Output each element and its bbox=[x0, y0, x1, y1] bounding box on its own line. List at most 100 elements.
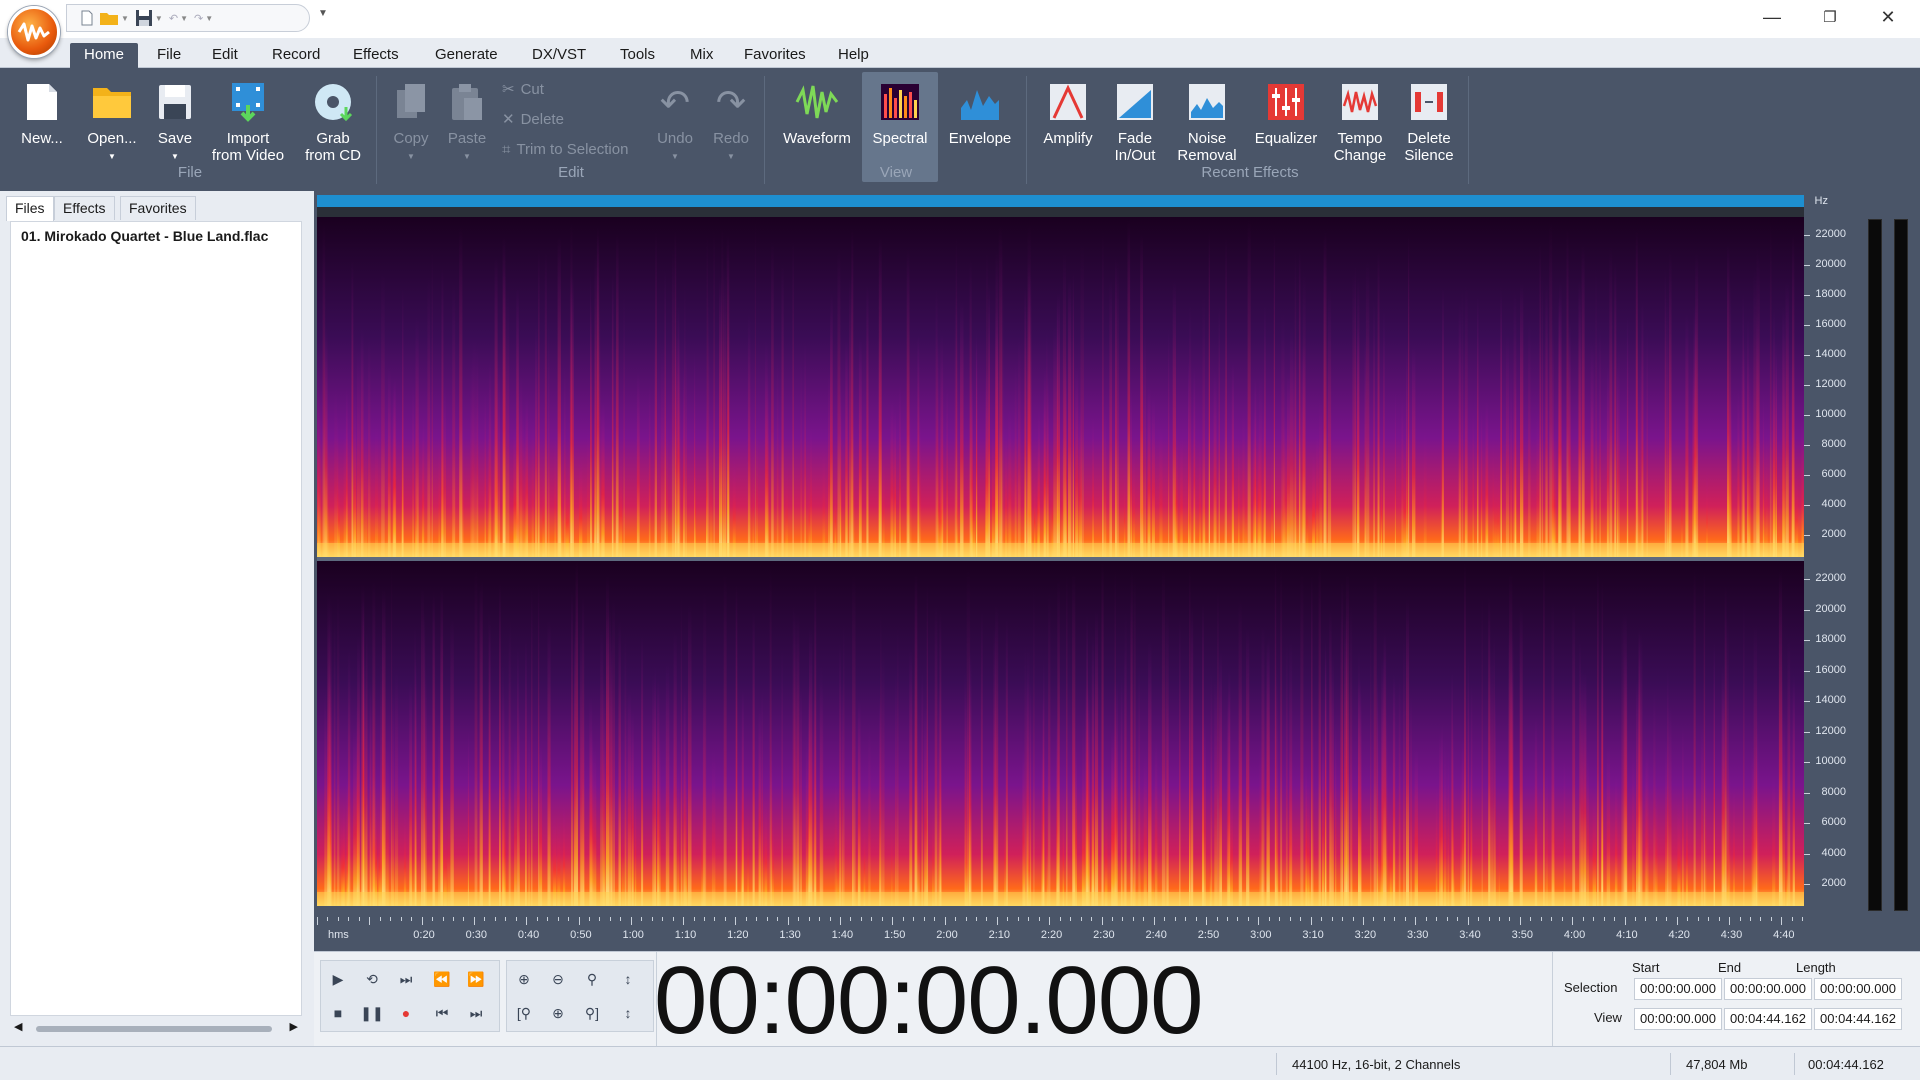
grab-from-cd-button[interactable]: Grab from CD bbox=[296, 72, 370, 182]
timeline-tick bbox=[1394, 917, 1396, 921]
amplify-button[interactable]: Amplify bbox=[1036, 72, 1100, 182]
waveform-view-button[interactable]: Waveform bbox=[776, 72, 858, 182]
chevron-down-icon[interactable]: ▼ bbox=[205, 14, 213, 23]
selection-end-field[interactable]: 00:00:00.000 bbox=[1724, 978, 1812, 1000]
channel-1-spectrogram[interactable] bbox=[317, 217, 1804, 557]
selection-start-field[interactable]: 00:00:00.000 bbox=[1634, 978, 1722, 1000]
view-length-field[interactable]: 00:04:44.162 bbox=[1814, 1008, 1902, 1030]
cut-button[interactable]: ✂ Cut bbox=[502, 78, 544, 100]
close-button[interactable]: ✕ bbox=[1860, 0, 1916, 34]
trim-to-selection-button[interactable]: ⌗ Trim to Selection bbox=[502, 138, 628, 160]
customize-toolbar-icon[interactable]: ▼ bbox=[318, 8, 328, 19]
stop-icon[interactable]: ■ bbox=[323, 999, 353, 1027]
spectral-streak bbox=[781, 649, 783, 906]
spectral-streak bbox=[1609, 246, 1613, 557]
chevron-down-icon[interactable]: ▼ bbox=[180, 14, 188, 23]
spectral-streak bbox=[1340, 614, 1344, 906]
undo-button[interactable]: ↶ Undo ▼ bbox=[650, 72, 700, 182]
tab-record[interactable]: Record bbox=[258, 43, 334, 68]
spectral-streak bbox=[606, 576, 610, 906]
spectral-streak bbox=[1787, 636, 1791, 906]
pause-icon[interactable]: ❚❚ bbox=[357, 999, 387, 1027]
go-to-start-icon[interactable]: ⏮ bbox=[427, 999, 457, 1027]
play-to-end-icon[interactable]: ⏭ bbox=[391, 965, 421, 993]
redo-button[interactable]: ↷ Redo ▼ bbox=[706, 72, 756, 182]
tab-help[interactable]: Help bbox=[824, 43, 883, 68]
tab-mix[interactable]: Mix bbox=[676, 43, 727, 68]
timeline-ruler[interactable]: hms 0:20 0:30 0:40 0:50 1:00 1:10 1:20 1:30 1:40… bbox=[314, 917, 1920, 951]
new-file-icon[interactable] bbox=[81, 7, 93, 29]
list-item[interactable]: 01. Mirokado Quartet - Blue Land.flac bbox=[21, 228, 268, 244]
vertical-zoom-in-icon[interactable]: ↕ bbox=[613, 965, 643, 993]
tab-edit[interactable]: Edit bbox=[198, 43, 252, 68]
horizontal-scrollbar[interactable]: ◀ ▶ bbox=[10, 1018, 302, 1038]
timeline-tick bbox=[1174, 917, 1176, 921]
open-button[interactable]: Open... ▼ bbox=[82, 72, 142, 182]
new-button[interactable]: New... bbox=[14, 72, 70, 182]
minimize-button[interactable]: — bbox=[1744, 0, 1800, 34]
spectral-streak bbox=[694, 446, 696, 557]
delete-silence-button[interactable]: Delete Silence bbox=[1396, 72, 1462, 182]
spectral-streak bbox=[631, 710, 634, 906]
tab-home[interactable]: Home bbox=[70, 43, 139, 68]
view-start-field[interactable]: 00:00:00.000 bbox=[1634, 1008, 1722, 1030]
restore-button[interactable]: ❐ bbox=[1802, 0, 1858, 34]
fade-in-out-button[interactable]: Fade In/Out bbox=[1104, 72, 1166, 182]
selection-length-field[interactable]: 00:00:00.000 bbox=[1814, 978, 1902, 1000]
panel-tab-effects[interactable]: Effects bbox=[54, 196, 115, 220]
panel-tab-files[interactable]: Files bbox=[6, 196, 54, 221]
chevron-left-icon[interactable]: ◀ bbox=[14, 1020, 22, 1033]
spectral-streak bbox=[1022, 745, 1025, 906]
fast-forward-icon[interactable]: ⏩ bbox=[461, 965, 491, 993]
tab-generate[interactable]: Generate bbox=[421, 43, 512, 68]
vertical-zoom-out-icon[interactable]: ↕ bbox=[613, 999, 643, 1027]
timeline-tick bbox=[1206, 917, 1208, 925]
scrollbar-thumb[interactable] bbox=[36, 1026, 272, 1032]
zoom-to-selection-icon[interactable]: [⚲ bbox=[509, 999, 539, 1027]
spectral-streak bbox=[1737, 389, 1740, 557]
tempo-change-button[interactable]: Tempo Change bbox=[1328, 72, 1392, 182]
zoom-selection-out-icon[interactable]: ⚲] bbox=[577, 999, 607, 1027]
copy-button[interactable]: Copy ▼ bbox=[386, 72, 436, 182]
chevron-down-icon[interactable]: ▼ bbox=[155, 14, 163, 23]
tab-tools[interactable]: Tools bbox=[606, 43, 669, 68]
spectral-streak bbox=[488, 359, 492, 557]
spectral-streak bbox=[548, 319, 550, 557]
timeline-tick bbox=[1687, 917, 1689, 921]
spectral-streak bbox=[427, 275, 431, 557]
save-icon[interactable] bbox=[135, 7, 153, 29]
chevron-down-icon[interactable]: ▼ bbox=[121, 14, 129, 23]
panel-tab-favorites[interactable]: Favorites bbox=[120, 196, 196, 220]
spectral-streak bbox=[1477, 295, 1479, 557]
app-logo-icon[interactable] bbox=[8, 6, 60, 58]
play-icon[interactable]: ▶ bbox=[323, 965, 353, 993]
channel-2-spectrogram[interactable] bbox=[317, 561, 1804, 906]
record-icon[interactable]: ● bbox=[391, 999, 421, 1027]
view-end-field[interactable]: 00:04:44.162 bbox=[1724, 1008, 1812, 1030]
open-folder-icon[interactable] bbox=[99, 7, 119, 29]
chevron-right-icon[interactable]: ▶ bbox=[290, 1020, 298, 1033]
import-from-video-button[interactable]: Import from Video bbox=[206, 72, 290, 182]
spectral-editor[interactable]: Hz 22000 20000 18000 16000 14000 12000 10000 80… bbox=[314, 191, 1920, 951]
rewind-icon[interactable]: ⏪ bbox=[427, 965, 457, 993]
undo-icon[interactable]: ↶ bbox=[169, 7, 178, 29]
zoom-full-icon[interactable]: ⚲ bbox=[577, 965, 607, 993]
zoom-in-icon[interactable]: ⊕ bbox=[509, 965, 539, 993]
zoom-selection-in-icon[interactable]: ⊕ bbox=[543, 999, 573, 1027]
loop-icon[interactable]: ⟲ bbox=[357, 965, 387, 993]
timeline-tick bbox=[1802, 917, 1804, 921]
envelope-view-button[interactable]: Envelope bbox=[942, 72, 1018, 182]
go-to-end-icon[interactable]: ⏭ bbox=[461, 999, 491, 1027]
timeline-tick bbox=[578, 917, 580, 925]
tab-effects[interactable]: Effects bbox=[339, 43, 413, 68]
overview-bar[interactable] bbox=[317, 195, 1804, 207]
paste-button[interactable]: Paste ▼ bbox=[442, 72, 492, 182]
delete-button[interactable]: ✕ Delete bbox=[502, 108, 564, 130]
spectral-streak bbox=[547, 620, 551, 906]
tab-file[interactable]: File bbox=[143, 43, 195, 68]
tab-dx-vst[interactable]: DX/VST bbox=[518, 43, 600, 68]
redo-icon[interactable]: ↷ bbox=[194, 7, 203, 29]
zoom-out-icon[interactable]: ⊖ bbox=[543, 965, 573, 993]
spectral-streak bbox=[664, 391, 666, 557]
tab-favorites[interactable]: Favorites bbox=[730, 43, 820, 68]
